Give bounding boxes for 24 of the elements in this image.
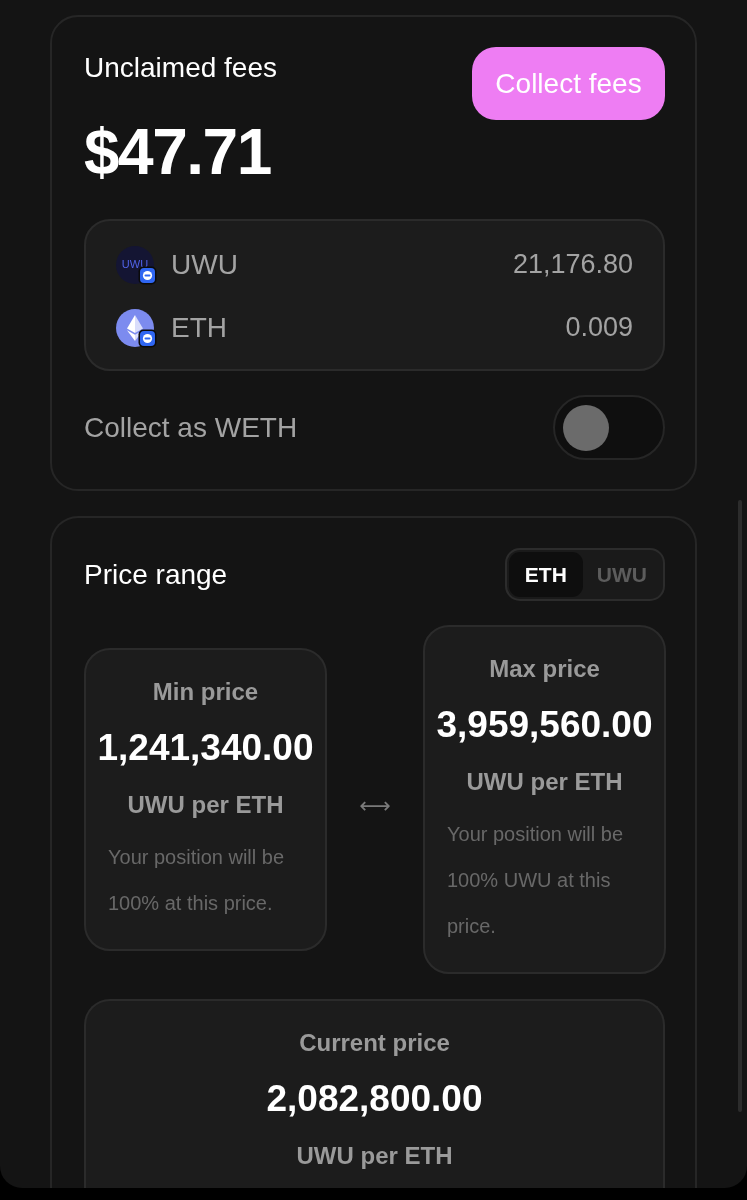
token-symbol: ETH <box>171 311 227 344</box>
token-amount: 21,176.80 <box>512 249 633 280</box>
price-note: Your position will be 100% UWU at this price. <box>446 822 625 939</box>
currency-tab[interactable]: UWU <box>582 552 661 597</box>
price-value: 2,082,800.00 <box>266 1077 483 1121</box>
price-label: Current price <box>299 1028 450 1058</box>
range-arrow: ⟷ <box>359 793 391 818</box>
price-unit: UWU per ETH <box>127 790 284 820</box>
price-label: Max price <box>489 654 600 684</box>
token-symbol: UWU <box>171 248 238 281</box>
fees-amount: $47.71 <box>84 117 271 187</box>
toggle-thumb[interactable] <box>563 404 609 451</box>
section-title: Price range <box>84 557 228 592</box>
price-label: Min price <box>152 677 259 707</box>
token-amount: 0.009 <box>565 312 633 343</box>
toggle-label: Collect as WETH <box>84 411 298 444</box>
section-title: Unclaimed fees <box>84 51 277 85</box>
price-value: 1,241,340.00 <box>97 726 314 770</box>
currency-tab[interactable]: ETH <box>508 552 583 597</box>
price-unit: UWU per ETH <box>466 767 623 797</box>
price-value: 3,959,560.00 <box>436 703 653 747</box>
price-note: Your position will be 100% at this price. <box>107 845 286 916</box>
collect-fees-button[interactable]: Collect fees <box>472 47 665 120</box>
price-unit: UWU per ETH <box>296 1141 453 1171</box>
